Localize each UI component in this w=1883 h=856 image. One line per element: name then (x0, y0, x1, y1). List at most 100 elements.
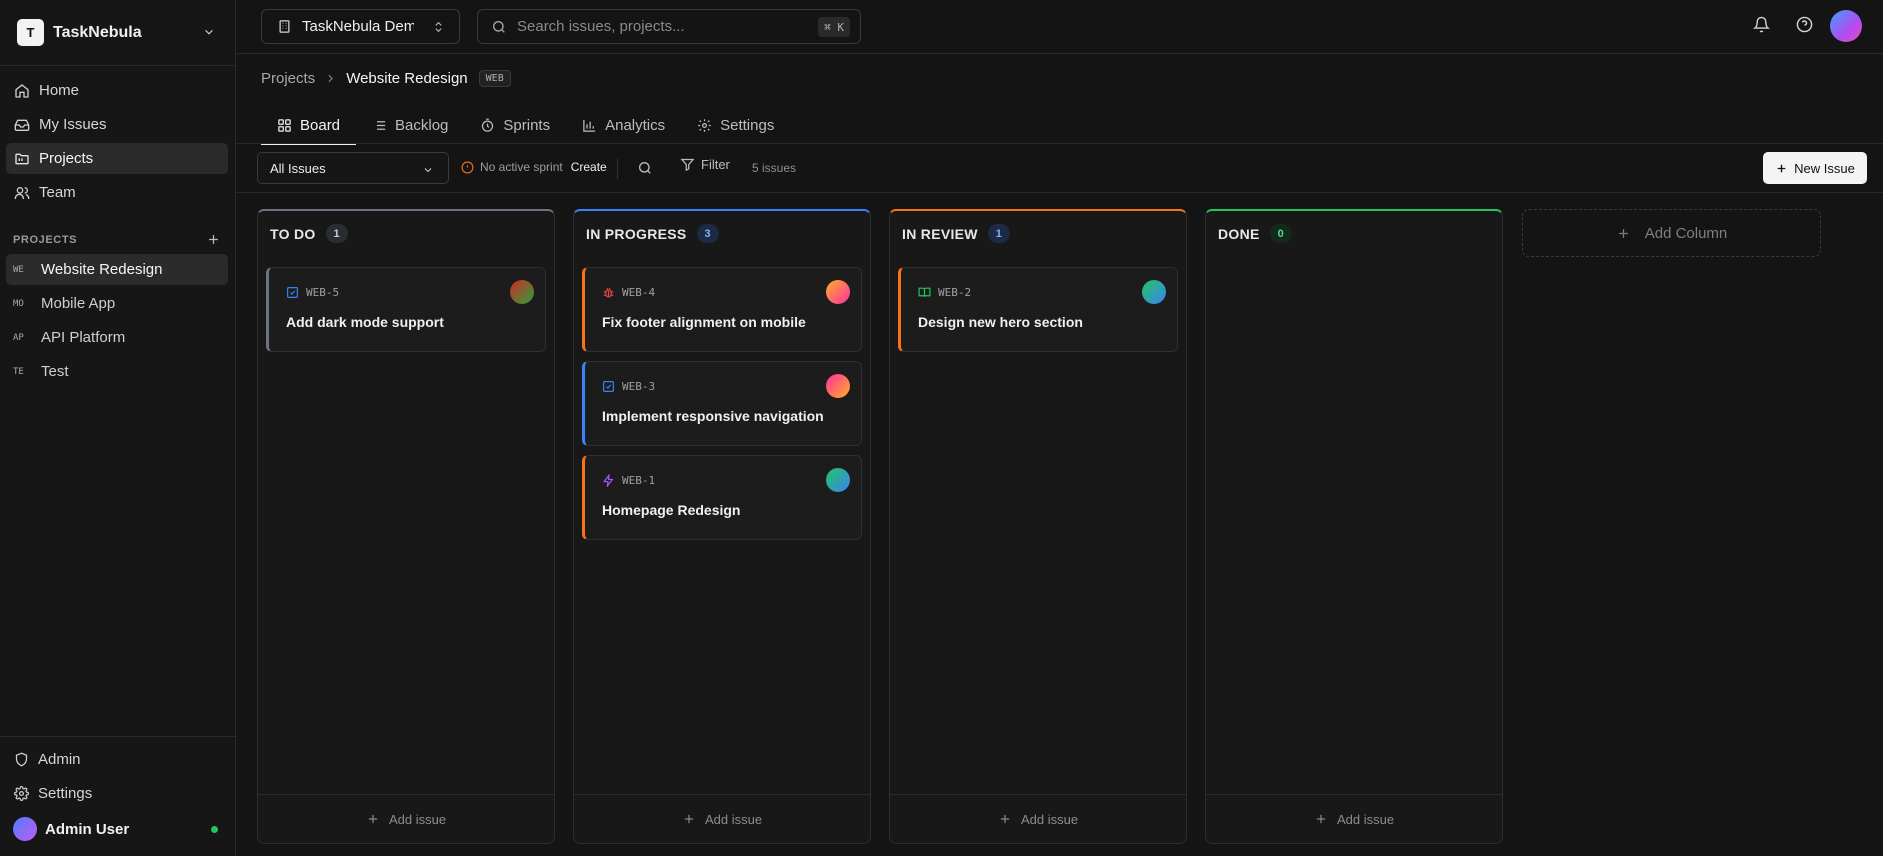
global-search-input[interactable]: Search issues, projects... ⌘ K (477, 9, 861, 44)
sprint-status: No active sprint Create (461, 160, 607, 174)
add-issue-button[interactable]: Add issue (1206, 794, 1502, 843)
user-name: Admin User (45, 820, 130, 838)
issue-key: WEB-2 (938, 286, 972, 299)
issue-key-row: WEB-1 (602, 474, 655, 487)
breadcrumb: Projects Website Redesign WEB (261, 66, 511, 90)
nav-item-settings[interactable]: Settings (6, 778, 230, 809)
chevron-down-icon (202, 25, 216, 39)
add-issue-button[interactable]: Add issue (258, 794, 554, 843)
workspace-switcher[interactable]: T TaskNebula (0, 0, 236, 66)
tab-label: Analytics (605, 116, 666, 134)
issue-card[interactable]: WEB-5 Add dark mode support (266, 267, 546, 352)
nav-item-label: Team (39, 184, 76, 201)
alert-circle-icon (461, 161, 474, 174)
project-abbr: AP (13, 332, 24, 343)
project-label: Mobile App (41, 295, 116, 312)
nav-item-home[interactable]: Home (6, 75, 228, 106)
column-header: TO DO 1 (270, 224, 348, 243)
avatar (826, 468, 850, 492)
project-list: WE Website Redesign MO Mobile App AP API… (6, 254, 228, 390)
shield-icon (14, 752, 38, 767)
issue-key-row: WEB-5 (286, 286, 339, 299)
nav-item-team[interactable]: Team (6, 177, 228, 208)
filter-button[interactable]: Filter (680, 157, 730, 172)
help-icon[interactable] (1796, 16, 1813, 33)
project-item-website-redesign[interactable]: WE Website Redesign (6, 254, 228, 285)
project-abbr: WE (13, 264, 24, 275)
avatar (826, 280, 850, 304)
search-icon[interactable] (637, 160, 653, 176)
avatar (1142, 280, 1166, 304)
tab-label: Backlog (395, 116, 449, 134)
user-menu[interactable]: Admin User (6, 812, 230, 846)
bug-icon (602, 286, 615, 299)
tab-sprints[interactable]: Sprints (464, 106, 566, 144)
project-label: Website Redesign (41, 261, 163, 278)
task-icon (602, 380, 615, 393)
project-abbr: MO (13, 298, 24, 309)
main-nav: Home My Issues Projects Team (6, 75, 228, 211)
bell-icon[interactable] (1753, 16, 1770, 33)
issue-filter-value: All Issues (270, 160, 326, 176)
tab-settings[interactable]: Settings (681, 106, 790, 144)
board-column-in-review: IN REVIEW 1 WEB-2 Design new hero sectio… (889, 209, 1187, 844)
organization-selector[interactable]: TaskNebula Demo (261, 9, 460, 44)
sprint-warning-text: No active sprint (480, 160, 563, 174)
column-title: DONE (1218, 225, 1260, 242)
issue-filter-select[interactable]: All Issues (257, 152, 449, 184)
issue-card[interactable]: WEB-3 Implement responsive navigation (582, 361, 862, 446)
issue-key: WEB-5 (306, 286, 340, 299)
nav-item-my-issues[interactable]: My Issues (6, 109, 228, 140)
topbar: TaskNebula Demo Search issues, projects.… (237, 0, 1883, 54)
column-header: DONE 0 (1218, 224, 1292, 243)
list-icon (372, 118, 395, 133)
issue-count: 5 issues (752, 161, 797, 175)
add-issue-label: Add issue (1020, 811, 1079, 827)
avatar (510, 280, 534, 304)
issue-card[interactable]: WEB-1 Homepage Redesign (582, 455, 862, 540)
tab-board[interactable]: Board (261, 106, 357, 145)
issue-key: WEB-3 (622, 380, 656, 393)
add-issue-label: Add issue (388, 811, 447, 827)
nav-item-admin[interactable]: Admin (6, 744, 230, 775)
avatar[interactable] (1830, 10, 1862, 42)
filter-label: Filter (701, 157, 730, 172)
plus-icon (1775, 162, 1794, 175)
issue-title: Fix footer alignment on mobile (602, 314, 806, 330)
add-issue-label: Add issue (1336, 811, 1395, 827)
issue-title: Implement responsive navigation (602, 408, 824, 424)
create-sprint-link[interactable]: Create (571, 160, 607, 174)
tab-backlog[interactable]: Backlog (356, 106, 464, 144)
nav-item-projects[interactable]: Projects (6, 143, 228, 174)
project-item-api-platform[interactable]: AP API Platform (6, 322, 228, 353)
issue-card[interactable]: WEB-4 Fix footer alignment on mobile (582, 267, 862, 352)
new-issue-button[interactable]: New Issue (1763, 152, 1867, 184)
add-column-button[interactable]: Add Column (1522, 209, 1821, 257)
project-key-badge: WEB (478, 69, 511, 87)
project-item-mobile-app[interactable]: MO Mobile App (6, 288, 228, 319)
plus-icon (1314, 812, 1337, 826)
column-header: IN REVIEW 1 (902, 224, 1010, 243)
plus-icon (1616, 226, 1645, 241)
timer-icon (480, 118, 503, 133)
nav-item-label: My Issues (39, 116, 107, 133)
chevron-right-icon (324, 72, 337, 85)
add-issue-button[interactable]: Add issue (574, 794, 870, 843)
issue-card[interactable]: WEB-2 Design new hero section (898, 267, 1178, 352)
folder-icon (14, 151, 39, 167)
workspace-logo: T (17, 19, 44, 46)
lightning-icon (602, 474, 615, 487)
home-icon (14, 83, 39, 99)
column-count-badge: 3 (696, 224, 719, 243)
add-issue-button[interactable]: Add issue (890, 794, 1186, 843)
chevrons-up-down-icon (432, 20, 445, 34)
breadcrumb-projects-link[interactable]: Projects (261, 70, 315, 87)
users-icon (14, 185, 39, 201)
inbox-icon (14, 117, 39, 133)
plus-icon (366, 812, 389, 826)
issue-key: WEB-1 (622, 474, 656, 487)
project-tabs: Board Backlog Sprints Analytics Settings (261, 106, 790, 145)
project-item-test[interactable]: TE Test (6, 356, 228, 387)
tab-analytics[interactable]: Analytics (566, 106, 681, 144)
add-project-icon[interactable] (206, 232, 221, 247)
